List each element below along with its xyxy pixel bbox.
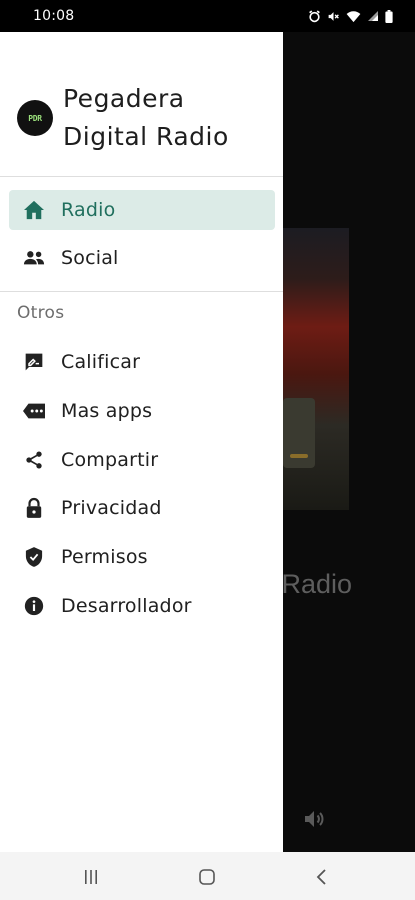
drawer-item-label: Desarrollador: [61, 595, 192, 617]
drawer-item-label: Calificar: [61, 351, 141, 373]
wifi-icon: [346, 10, 361, 22]
drawer-header: PDR Pegadera Digital Radio: [0, 32, 283, 177]
alarm-icon: [309, 9, 320, 22]
shield-check-icon: [23, 547, 45, 567]
navigation-drawer: PDR Pegadera Digital Radio Radio Social …: [0, 32, 283, 852]
system-navigation-bar: [0, 852, 415, 900]
section-title: Otros: [17, 303, 65, 323]
drawer-item-label: Privacidad: [61, 497, 162, 519]
app-title: Pegadera Digital Radio: [63, 84, 229, 151]
rate-review-icon: [23, 352, 45, 372]
drawer-item-label: Compartir: [61, 449, 159, 471]
back-icon: [316, 869, 326, 885]
drawer-item-label: Radio: [61, 199, 116, 221]
drawer-item-privacidad[interactable]: Privacidad: [9, 488, 275, 528]
logo-text: PDR: [28, 113, 42, 123]
drawer-item-social[interactable]: Social: [9, 238, 275, 278]
home-button[interactable]: [192, 866, 222, 888]
home-circle-icon: [199, 869, 215, 885]
battery-icon: [385, 9, 393, 23]
back-button[interactable]: [307, 866, 337, 888]
status-bar: 10:08: [0, 0, 415, 32]
recent-apps-icon: [85, 870, 97, 884]
drawer-item-desarrollador[interactable]: Desarrollador: [9, 586, 275, 626]
status-icons: [308, 9, 393, 23]
lock-icon: [23, 497, 45, 518]
volume-icon[interactable]: [302, 807, 326, 831]
status-time: 10:08: [33, 8, 75, 24]
divider: [0, 291, 283, 292]
share-icon: [23, 450, 45, 470]
drawer-item-compartir[interactable]: Compartir: [9, 440, 275, 480]
drawer-item-mas-apps[interactable]: Mas apps: [9, 391, 275, 431]
home-icon: [23, 200, 45, 220]
drawer-item-label: Mas apps: [61, 400, 153, 422]
people-icon: [23, 248, 45, 268]
drawer-item-radio[interactable]: Radio: [9, 190, 275, 230]
more-apps-icon: [23, 401, 45, 421]
recent-apps-button[interactable]: [76, 866, 106, 888]
drawer-item-label: Permisos: [61, 546, 148, 568]
drawer-item-permisos[interactable]: Permisos: [9, 537, 275, 577]
mute-icon: [328, 11, 339, 21]
drawer-item-calificar[interactable]: Calificar: [9, 342, 275, 382]
info-icon: [23, 596, 45, 616]
drawer-item-label: Social: [61, 247, 119, 269]
app-logo: PDR: [17, 100, 53, 136]
signal-icon: [368, 11, 378, 21]
